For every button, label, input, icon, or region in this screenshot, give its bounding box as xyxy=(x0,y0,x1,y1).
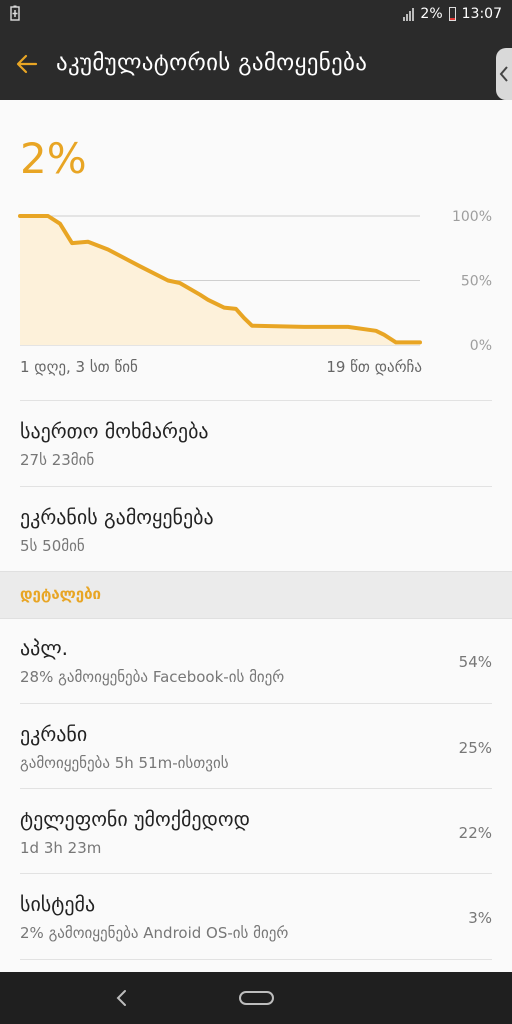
detail-name: ტელეფონი უმოქმედოდ xyxy=(20,807,250,831)
status-battery-percent: 2% xyxy=(420,6,443,22)
detail-percent: 22% xyxy=(458,824,492,842)
screen-usage-row[interactable]: ეკრანის გამოყენება 5ს 50მინ xyxy=(0,487,512,571)
battery-low-icon xyxy=(448,7,456,21)
signal-icon xyxy=(403,7,415,21)
battery-percent-large: 2% xyxy=(20,134,87,183)
detail-name: ეკრანი xyxy=(20,722,88,746)
detail-percent: 54% xyxy=(458,653,492,671)
edge-panel-handle[interactable] xyxy=(496,48,512,100)
battery-charging-icon xyxy=(10,5,20,25)
total-usage-row[interactable]: საერთო მოხმარება 27ს 23მინ xyxy=(0,401,512,486)
details-header-label: დეტალები xyxy=(20,585,101,603)
status-time: 13:07 xyxy=(461,6,502,22)
detail-name: სისტემა xyxy=(20,892,96,916)
y-tick-label: 50% xyxy=(461,274,492,290)
page-title: აკუმულატორის გამოყენება xyxy=(56,50,368,76)
detail-row-apps[interactable]: აპლ. 28% გამოიყენება Facebook-ის მიერ 54… xyxy=(0,618,512,703)
detail-desc: გამოიყენება 5h 51m-ისთვის xyxy=(20,754,229,772)
y-tick-label: 0% xyxy=(470,338,492,354)
detail-percent: 25% xyxy=(458,739,492,757)
detail-percent: 3% xyxy=(468,909,492,927)
nav-back-icon[interactable] xyxy=(116,990,126,1006)
detail-desc: 1d 3h 23m xyxy=(20,839,102,857)
total-usage-value: 27ს 23მინ xyxy=(20,451,95,469)
detail-row-idle[interactable]: ტელეფონი უმოქმედოდ 1d 3h 23m 22% xyxy=(0,789,512,873)
details-section-header: დეტალები xyxy=(0,571,512,619)
back-arrow-icon[interactable] xyxy=(14,50,42,78)
detail-desc: 28% გამოიყენება Facebook-ის მიერ xyxy=(20,668,285,686)
screen-usage-label: ეკრანის გამოყენება xyxy=(20,505,214,529)
nav-home-icon[interactable] xyxy=(239,991,274,1005)
detail-row-system[interactable]: სისტემა 2% გამოიყენება Android OS-ის მიე… xyxy=(0,874,512,959)
y-tick-label: 100% xyxy=(452,209,492,225)
app-bar: აკუმულატორის გამოყენება xyxy=(0,30,512,100)
divider xyxy=(20,959,492,960)
total-usage-label: საერთო მოხმარება xyxy=(20,419,209,443)
chart-range-start: 1 დღე, 3 სთ წინ xyxy=(20,358,138,376)
navigation-bar xyxy=(0,972,512,1024)
main-content: 2% 100% 50% 0% 1 დღე, 3 სთ წინ 19 წთ დარჩა… xyxy=(0,100,512,972)
detail-name: აპლ. xyxy=(20,636,68,660)
screen-usage-value: 5ს 50მინ xyxy=(20,537,85,555)
detail-row-screen[interactable]: ეკრანი გამოიყენება 5h 51m-ისთვის 25% xyxy=(0,704,512,788)
chart-range-end: 19 წთ დარჩა xyxy=(326,358,422,376)
status-bar: 2% 13:07 xyxy=(0,0,512,30)
detail-desc: 2% გამოიყენება Android OS-ის მიერ xyxy=(20,924,289,942)
